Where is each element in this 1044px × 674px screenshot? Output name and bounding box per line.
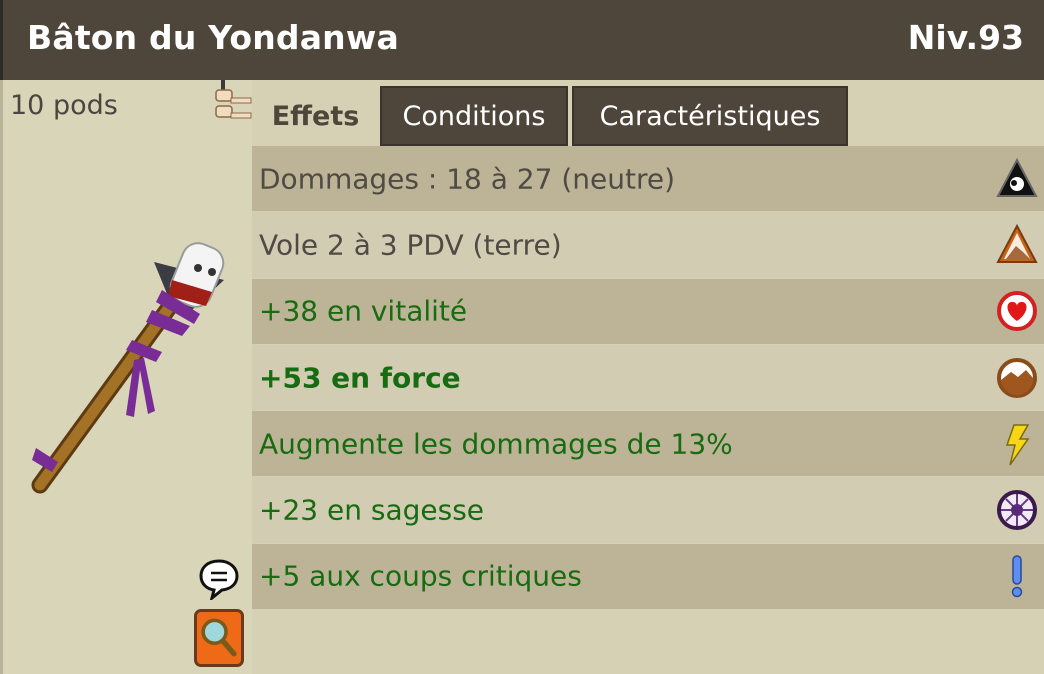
effect-text: Dommages : 18 à 27 (neutre) (259, 162, 676, 196)
item-title: Bâton du Yondanwa (27, 18, 400, 57)
critical-exclamation-icon (1011, 555, 1023, 598)
effect-row: +5 aux coups critiques (252, 543, 1044, 611)
effect-row: +38 en vitalité (252, 278, 1044, 345)
tab-effets[interactable]: Effets (253, 86, 378, 146)
magnifier-icon (201, 618, 237, 657)
earth-element-icon (996, 223, 1038, 263)
inspect-button[interactable] (194, 609, 244, 667)
effect-text: Augmente les dommages de 13% (259, 427, 733, 461)
neutral-element-icon (996, 157, 1038, 197)
tab-conditions[interactable]: Conditions (380, 86, 568, 146)
effects-list: Dommages : 18 à 27 (neutre) Vole 2 à 3 P… (252, 146, 1044, 611)
effect-row: +53 en force (252, 344, 1044, 412)
staff-illustration (31, 242, 225, 494)
effect-text: +23 en sagesse (259, 493, 485, 527)
effects-empty-area (252, 610, 1044, 674)
effect-text: +53 en force (259, 361, 461, 395)
effect-row: +23 en sagesse (252, 477, 1044, 544)
equip-hands-icon[interactable] (213, 80, 253, 128)
wisdom-eye-icon (997, 490, 1037, 531)
damage-lightning-icon (1005, 424, 1030, 466)
effect-row: Vole 2 à 3 PDV (terre) (252, 212, 1044, 279)
vitality-heart-icon (997, 291, 1037, 332)
effect-text: Vole 2 à 3 PDV (terre) (259, 228, 562, 262)
effect-text: +5 aux coups critiques (259, 559, 582, 593)
effect-text: +38 en vitalité (259, 294, 468, 328)
item-weight: 10 pods (10, 90, 118, 121)
item-header: Bâton du Yondanwa Niv.93 (0, 0, 1044, 80)
item-level: Niv.93 (907, 18, 1024, 57)
effect-row: Dommages : 18 à 27 (neutre) (252, 146, 1044, 213)
strength-earth-icon (997, 357, 1037, 398)
chat-link-icon[interactable] (198, 558, 240, 600)
effect-row: Augmente les dommages de 13% (252, 411, 1044, 478)
tab-caracteristiques[interactable]: Caractéristiques (572, 86, 848, 146)
